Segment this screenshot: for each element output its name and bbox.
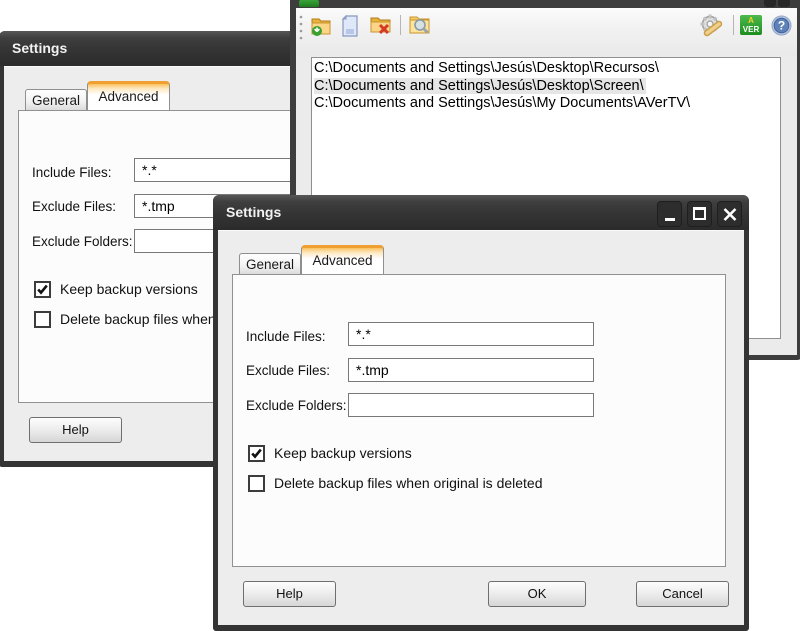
svg-text:?: ? [778,19,785,33]
